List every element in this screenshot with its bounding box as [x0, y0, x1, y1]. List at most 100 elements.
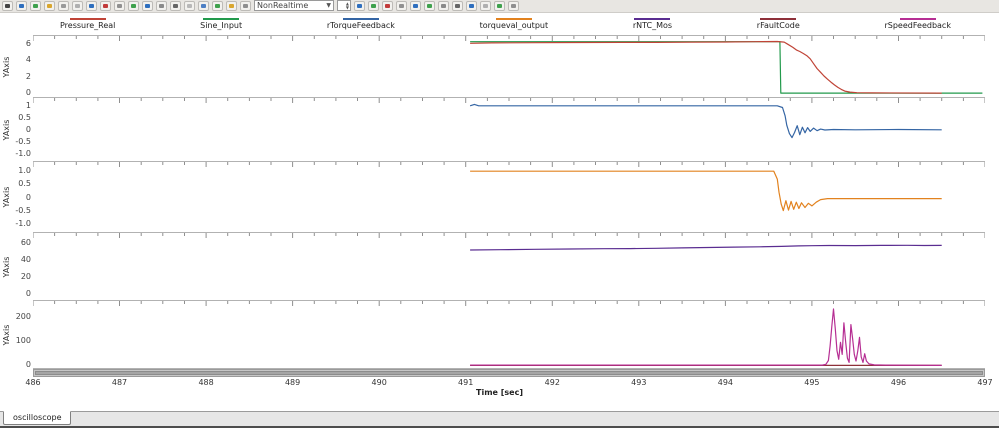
legend-item-rFaultCode[interactable]: rFaultCode: [757, 18, 800, 30]
x-tick-label: 495: [804, 378, 820, 387]
toolbar-icon-4[interactable]: [44, 1, 55, 11]
x-tick-label: 492: [544, 378, 560, 387]
toolbar-icon-3[interactable]: [382, 1, 393, 11]
scrollbar-thumb[interactable]: [35, 371, 983, 375]
toolbar-icon-1[interactable]: [354, 1, 365, 11]
tab-bar: oscilloscope: [0, 411, 999, 426]
minor-tick-marks: [33, 233, 985, 238]
toolbar-icon-12[interactable]: [508, 1, 519, 11]
y-tick-label: 2: [25, 71, 31, 81]
legend-label: rSpeedFeedback: [884, 21, 951, 30]
x-tick-label: 486: [25, 378, 41, 387]
mode-combobox[interactable]: NonRealtime ▼: [254, 0, 334, 11]
y-axis-title: YAxis: [2, 324, 11, 345]
legend-label: torqueval_output: [479, 21, 549, 30]
y-tick-label: 200: [15, 311, 31, 321]
toolbar-icon-9[interactable]: [466, 1, 477, 11]
y-tick-label: 0: [25, 125, 31, 134]
x-tick-label: 494: [717, 378, 734, 387]
toolbar-icon-4[interactable]: [396, 1, 407, 11]
y-tick-label: 1.0: [18, 166, 31, 176]
legend-item-rTorqueFeedback[interactable]: rTorqueFeedback: [327, 18, 395, 30]
x-tick-label: 487: [111, 378, 128, 387]
legend-item-torqueval_output[interactable]: torqueval_output: [479, 18, 549, 30]
y-tick-label: 0: [25, 192, 31, 202]
toolbar-icon-12[interactable]: [156, 1, 167, 11]
legend-color-line: [495, 18, 532, 20]
toolbar-icon-15[interactable]: [198, 1, 209, 11]
legend-label: Pressure_Real: [60, 21, 116, 30]
toolbar-icon-6[interactable]: [424, 1, 435, 11]
plot-panel-4: YAxis 60 40 20 0: [2, 233, 985, 301]
y-tick-label: 0.5: [18, 113, 31, 123]
legend-color-line: [634, 18, 671, 20]
trace-Pressure_Real: [470, 40, 942, 94]
toolbar-icon-8[interactable]: [100, 1, 111, 11]
trace-torqueval_output: [470, 170, 942, 212]
toolbar-icon-11[interactable]: [494, 1, 505, 11]
toolbar-icon-7[interactable]: [438, 1, 449, 11]
minor-tick-marks: [33, 36, 985, 41]
y-tick-label: 20: [20, 272, 31, 282]
toolbar-icon-7[interactable]: [86, 1, 97, 11]
y-tick-label: 4: [25, 55, 31, 65]
toolbar-icon-6[interactable]: [72, 1, 83, 11]
toolbar-icon-16[interactable]: [212, 1, 223, 11]
y-tick-label: 6: [25, 39, 31, 49]
legend-color-line: [899, 18, 936, 20]
time-scrollbar[interactable]: [33, 369, 985, 377]
toolbar-icon-2[interactable]: [16, 1, 27, 11]
x-tick-label: 488: [198, 378, 214, 387]
legend-item-rNTC_Mos[interactable]: rNTC_Mos: [633, 18, 672, 30]
toolbar-icon-13[interactable]: [170, 1, 181, 11]
toolbar-icon-11[interactable]: [142, 1, 153, 11]
legend-label: Sine_Input: [200, 21, 243, 30]
plot-panel-5: YAxis 200 100 0: [2, 301, 985, 369]
toolbar-icon-14[interactable]: [184, 1, 195, 11]
legend-item-Sine_Input[interactable]: Sine_Input: [200, 18, 242, 30]
legend-item-rSpeedFeedback[interactable]: rSpeedFeedback: [884, 18, 951, 30]
minor-tick-marks: [33, 162, 985, 167]
y-axis-title: YAxis: [2, 56, 11, 77]
toolbar-icon-1[interactable]: [2, 1, 13, 11]
toolbar-icon-3[interactable]: [30, 1, 41, 11]
tab-oscilloscope[interactable]: oscilloscope: [3, 411, 72, 425]
x-tick-label: 493: [631, 378, 647, 387]
spin-down-icon: ▼: [345, 4, 349, 10]
toolbar-spinner[interactable]: ▲ ▼: [337, 0, 351, 11]
y-tick-label: -1.0: [15, 148, 31, 158]
minor-tick-marks: [33, 301, 985, 306]
x-tick-label: 489: [284, 378, 301, 387]
trace-rTorqueFeedback: [469, 103, 942, 139]
plot-panel-2: YAxis 1 0.5 0 -0.5 -1.0: [2, 98, 985, 162]
y-tick-label: 0: [25, 289, 31, 299]
x-tick-label: 497: [977, 378, 993, 387]
toolbar-icon-17[interactable]: [226, 1, 237, 11]
panel-plot-area: [33, 162, 985, 212]
y-tick-label: -0.5: [15, 136, 31, 146]
x-axis-label: Time [sec]: [476, 388, 523, 397]
trace-Sine_Input: [470, 41, 983, 94]
toolbar-icon-10[interactable]: [128, 1, 139, 11]
toolbar-icon-8[interactable]: [452, 1, 463, 11]
x-tick-label: 490: [371, 378, 387, 387]
toolbar-icon-5[interactable]: [58, 1, 69, 11]
legend-label: rNTC_Mos: [632, 21, 673, 30]
panel-plot-area: [33, 301, 985, 367]
toolbar-right-icon-group: [354, 1, 519, 11]
plot-panels: YAxis 6 4 2 0 YAxis 1 0.5 0 -0.5 -1.0 YAxis 1.0 0.5 0-…: [2, 35, 985, 369]
toolbar-icon-5[interactable]: [410, 1, 421, 11]
toolbar-icon-10[interactable]: [480, 1, 491, 11]
panel-plot-area: [33, 98, 985, 139]
legend-color-line: [69, 18, 106, 20]
legend-item-Pressure_Real[interactable]: Pressure_Real: [60, 18, 115, 30]
y-tick-label: 0: [25, 360, 31, 370]
panel-plot-area: [33, 36, 985, 94]
toolbar-icon-2[interactable]: [368, 1, 379, 11]
toolbar-icon-9[interactable]: [114, 1, 125, 11]
y-tick-label: 40: [20, 255, 31, 265]
minor-tick-marks: [33, 98, 985, 103]
y-tick-label: 60: [20, 238, 31, 248]
toolbar-icon-18[interactable]: [240, 1, 251, 11]
legend-color-line: [760, 18, 797, 20]
